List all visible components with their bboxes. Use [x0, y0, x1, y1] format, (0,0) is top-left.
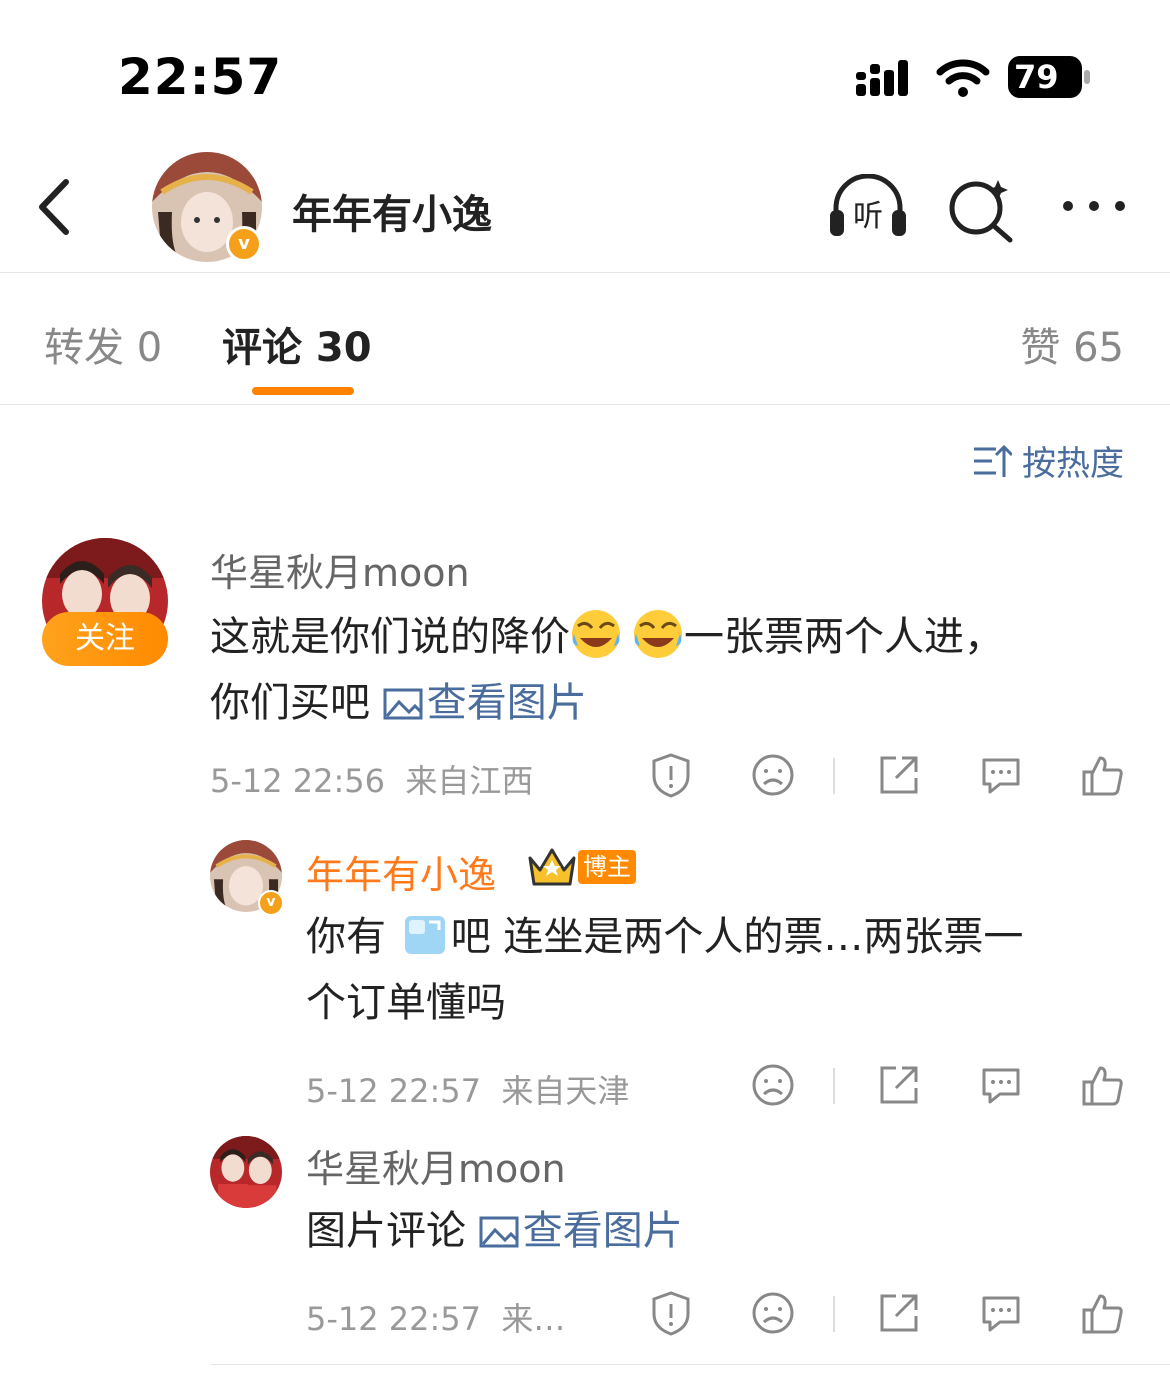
comment-username[interactable]: 年年有小逸: [306, 844, 496, 899]
active-tab-indicator: [252, 387, 354, 395]
laugh-cry-emoji-icon: [634, 610, 682, 658]
share-icon[interactable]: [876, 1290, 922, 1336]
comment-time: 5-12 22:57: [306, 1072, 482, 1110]
share-icon[interactable]: [876, 1062, 922, 1108]
tab-like[interactable]: 赞 65: [1020, 315, 1124, 373]
tab-bar: 转发 0 评论 30 赞 65: [0, 273, 1170, 405]
comment-actions: [640, 752, 1130, 802]
comment-location: 来自天津: [501, 1072, 630, 1110]
back-icon[interactable]: [28, 172, 84, 242]
sort-button[interactable]: 按热度: [972, 436, 1124, 485]
reply-icon[interactable]: [978, 752, 1024, 798]
dislike-icon[interactable]: [750, 1062, 796, 1108]
ice-cube-emoji-icon: [404, 916, 445, 954]
picture-icon: [479, 1216, 519, 1248]
listen-icon[interactable]: 听: [826, 174, 910, 240]
nav-header: v 年年有小逸 听: [0, 140, 1170, 273]
sort-icon: [974, 444, 1012, 477]
comment-time: 5-12 22:56: [210, 762, 386, 800]
comment-meta: 5-12 22:57 来自天津: [306, 1066, 629, 1112]
comment-time: 5-12 22:57: [306, 1300, 482, 1338]
like-icon[interactable]: [1080, 752, 1126, 798]
page-title: 年年有小逸: [292, 192, 492, 238]
follow-button[interactable]: 关注: [42, 612, 168, 666]
cellular-signal-icon: [856, 60, 908, 96]
avatar[interactable]: [210, 1136, 282, 1208]
tab-comment[interactable]: 评论 30: [222, 315, 372, 373]
comment-actions: [640, 1290, 1130, 1340]
like-icon[interactable]: [1080, 1062, 1126, 1108]
dislike-icon[interactable]: [750, 752, 796, 798]
like-icon[interactable]: [1080, 1290, 1126, 1336]
search-icon[interactable]: [946, 174, 1016, 244]
comment-location: 来…: [501, 1300, 566, 1338]
laugh-cry-emoji-icon: [572, 610, 620, 658]
comment-actions: [640, 1062, 1130, 1112]
verified-badge: v: [258, 890, 284, 916]
dislike-icon[interactable]: [750, 1290, 796, 1336]
verified-badge: v: [226, 226, 262, 262]
reply-icon[interactable]: [978, 1290, 1024, 1336]
view-image-link[interactable]: 查看图片: [479, 1208, 683, 1254]
report-icon[interactable]: [648, 1290, 694, 1336]
comment-username[interactable]: 华星秋月moon: [210, 542, 470, 597]
comment-text: 你有 吧 连坐是两个人的票…两张票一 个订单懂吗: [306, 904, 1023, 1036]
blogger-tag: 博主: [578, 850, 636, 884]
battery-level: 79: [1014, 58, 1059, 96]
status-bar: 22:57 79: [0, 0, 1170, 140]
comment-location: 来自江西: [405, 762, 534, 800]
reply-icon[interactable]: [978, 1062, 1024, 1108]
battery-indicator: 79: [1008, 56, 1092, 98]
sort-label: 按热度: [1022, 444, 1124, 484]
view-image-link[interactable]: 查看图片: [383, 680, 587, 726]
comment-text: 这就是你们说的降价 一张票两个人进， 你们买吧 查看图片: [210, 604, 1004, 736]
report-icon[interactable]: [648, 752, 694, 798]
share-icon[interactable]: [876, 752, 922, 798]
picture-icon: [383, 688, 423, 720]
more-icon[interactable]: [1060, 196, 1130, 216]
tab-repost[interactable]: 转发 0: [44, 315, 162, 373]
comment-username[interactable]: 华星秋月moon: [306, 1138, 566, 1193]
comment-meta: 5-12 22:57 来…: [306, 1294, 565, 1340]
divider: [210, 1364, 1170, 1365]
wifi-icon: [936, 59, 990, 97]
comment-meta: 5-12 22:56 来自江西: [210, 756, 533, 802]
svg-text:听: 听: [853, 199, 883, 234]
status-time: 22:57: [118, 48, 283, 106]
comment-text: 图片评论 查看图片: [306, 1208, 683, 1254]
